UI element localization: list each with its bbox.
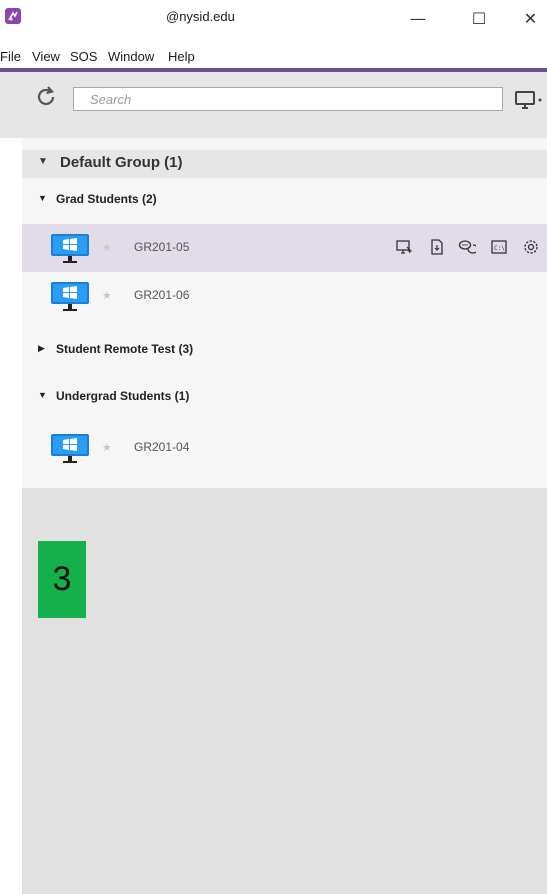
app-logo-icon xyxy=(5,8,21,24)
windows-pc-icon xyxy=(51,282,89,317)
step-number-badge: 3 xyxy=(38,541,86,618)
toolbar: Search xyxy=(0,72,547,138)
favorite-star-icon[interactable]: ★ xyxy=(102,289,112,302)
subgroup-label: Student Remote Test (3) xyxy=(56,342,194,356)
subgroup-grad-students[interactable]: ▼ Grad Students (2) xyxy=(22,180,547,220)
expand-arrow-icon[interactable]: ▼ xyxy=(38,193,47,203)
command-prompt-icon[interactable]: C:\ xyxy=(490,238,508,256)
search-placeholder: Search xyxy=(90,92,132,107)
device-row[interactable]: ★ GR201-06 xyxy=(22,272,547,320)
redacted-username xyxy=(54,6,164,26)
expand-arrow-icon[interactable]: ▼ xyxy=(38,390,47,400)
subgroup-student-remote-test[interactable]: ▶ Student Remote Test (3) xyxy=(22,330,547,370)
remote-control-icon[interactable] xyxy=(395,238,413,256)
device-name: GR201-04 xyxy=(134,440,190,454)
group-label: Default Group (1) xyxy=(60,154,183,171)
left-strip xyxy=(0,138,22,894)
device-row[interactable]: ★ GR201-04 xyxy=(22,424,547,472)
menu-bar: File View SOS Window Help xyxy=(0,44,547,68)
device-name: GR201-06 xyxy=(134,288,190,302)
windows-pc-icon xyxy=(51,434,89,469)
device-row[interactable]: ★ GR201-05 C:\ xyxy=(22,224,547,272)
favorite-star-icon[interactable]: ★ xyxy=(102,441,112,454)
menu-sos[interactable]: SOS xyxy=(70,49,97,64)
menu-window[interactable]: Window xyxy=(108,49,154,64)
expand-arrow-icon[interactable]: ▼ xyxy=(38,156,48,167)
minimize-button[interactable]: — xyxy=(398,5,438,33)
chat-icon[interactable] xyxy=(458,238,479,256)
windows-pc-icon xyxy=(51,234,89,269)
refresh-icon[interactable] xyxy=(33,84,59,110)
settings-icon[interactable] xyxy=(522,238,540,256)
device-name: GR201-05 xyxy=(134,240,190,254)
maximize-button[interactable]: ☐ xyxy=(459,5,499,33)
window-title: @nysid.edu xyxy=(166,9,235,24)
monitor-icon[interactable] xyxy=(513,88,543,112)
menu-file[interactable]: File xyxy=(0,49,21,64)
app-window: @nysid.edu — ☐ ✕ File View SOS Window He… xyxy=(0,0,547,894)
svg-text:C:\: C:\ xyxy=(494,245,505,252)
search-input[interactable]: Search xyxy=(73,87,503,111)
menu-view[interactable]: View xyxy=(32,49,60,64)
close-button[interactable]: ✕ xyxy=(514,5,547,33)
group-default[interactable]: ▼ Default Group (1) xyxy=(22,150,547,178)
subgroup-label: Undergrad Students (1) xyxy=(56,389,190,403)
subgroup-undergrad-students[interactable]: ▼ Undergrad Students (1) xyxy=(22,377,547,417)
empty-area xyxy=(22,488,547,894)
subgroup-label: Grad Students (2) xyxy=(56,192,157,206)
file-transfer-icon[interactable] xyxy=(428,238,446,256)
favorite-star-icon[interactable]: ★ xyxy=(102,241,112,254)
collapse-arrow-icon[interactable]: ▶ xyxy=(38,343,45,354)
title-bar: @nysid.edu — ☐ ✕ xyxy=(0,0,547,44)
menu-help[interactable]: Help xyxy=(168,49,195,64)
